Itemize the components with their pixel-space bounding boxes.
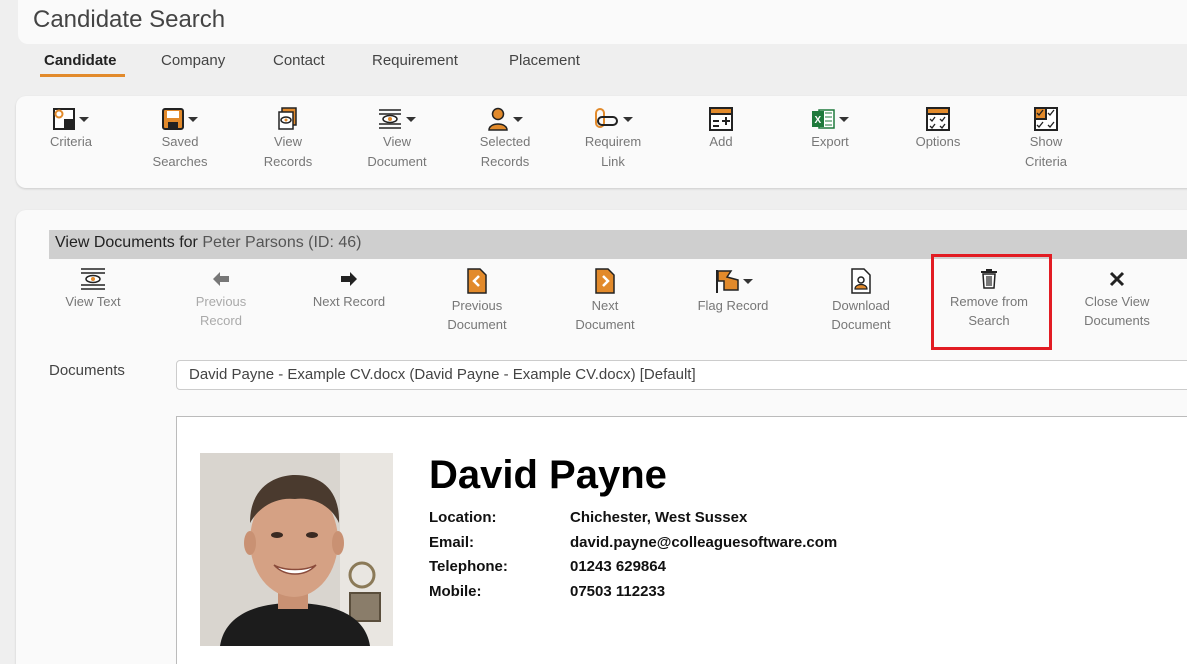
criteria-label: Criteria: [50, 134, 92, 149]
excel-icon: X: [812, 109, 835, 129]
candidate-name: Peter Parsons (ID: 46): [202, 234, 362, 251]
previous-document-label: Previous Document: [447, 298, 507, 332]
document-preview: David Payne Location: Chichester, West Su…: [176, 416, 1187, 664]
previous-document-button[interactable]: Previous Document: [422, 266, 532, 334]
saved-searches-label: Saved Searches: [152, 134, 208, 169]
view-records-icon: [278, 107, 297, 130]
view-records-button[interactable]: View Records: [243, 106, 333, 172]
tab-company[interactable]: Company: [161, 52, 225, 69]
search-toolbar: Criteria Saved Searches View Records Vie…: [16, 96, 1187, 188]
cv-field-label: Email:: [429, 534, 475, 551]
options-icon: [926, 107, 950, 131]
requirement-link-label: Requirem Link: [584, 134, 642, 169]
doc-prev-icon: [467, 268, 487, 294]
highlight-box: [931, 254, 1052, 350]
cv-mobile-row: Mobile: 07503 112233: [429, 583, 665, 600]
previous-record-button[interactable]: Previous Record: [166, 266, 276, 330]
svg-text:X: X: [815, 115, 822, 126]
chevron-down-icon: [79, 116, 89, 122]
chevron-down-icon: [839, 116, 849, 122]
requirement-link-button[interactable]: Requirem Link: [568, 106, 658, 172]
cv-candidate-name: David Payne: [429, 453, 667, 497]
arrow-left-icon: [213, 272, 229, 286]
chevron-down-icon: [188, 116, 198, 122]
download-document-button[interactable]: Download Document: [806, 266, 916, 334]
cv-email-row: Email: david.payne@colleaguesoftware.com: [429, 534, 837, 551]
tab-candidate[interactable]: Candidate: [40, 52, 124, 77]
previous-record-label: Previous Record: [195, 294, 247, 328]
next-record-button[interactable]: Next Record: [294, 266, 404, 311]
add-label: Add: [709, 134, 733, 149]
options-button[interactable]: Options: [893, 106, 983, 152]
view-records-label: View Records: [263, 134, 313, 169]
view-text-label: View Text: [65, 294, 121, 309]
flag-record-button[interactable]: Flag Record: [678, 266, 788, 315]
candidate-photo: [200, 453, 393, 646]
documents-label: Documents: [49, 362, 125, 379]
view-document-button[interactable]: View Document: [352, 106, 442, 172]
cv-field-value: david.payne@colleaguesoftware.com: [570, 534, 838, 551]
saved-searches-button[interactable]: Saved Searches: [135, 106, 225, 172]
cv-field-label: Location:: [429, 509, 497, 526]
chevron-down-icon: [406, 116, 416, 122]
arrow-right-icon: [341, 272, 357, 286]
view-documents-panel: View Documents for Peter Parsons (ID: 46…: [16, 210, 1187, 664]
cv-telephone-row: Telephone: 01243 629864: [429, 558, 666, 575]
chevron-down-icon: [742, 278, 753, 284]
export-button[interactable]: X Export: [785, 106, 875, 152]
doc-next-icon: [595, 268, 615, 294]
close-view-documents-button[interactable]: Close View Documents: [1062, 266, 1172, 330]
tab-contact[interactable]: Contact: [273, 52, 325, 69]
save-icon: [162, 108, 184, 130]
cv-field-value: Chichester, West Sussex: [570, 509, 748, 526]
chevron-down-icon: [513, 116, 523, 122]
show-criteria-button[interactable]: Show Criteria: [1001, 106, 1091, 172]
cv-field-label: Telephone:: [429, 558, 508, 575]
criteria-button[interactable]: Criteria: [26, 106, 116, 152]
page-title: Candidate Search: [33, 6, 226, 33]
tab-placement[interactable]: Placement: [509, 52, 580, 69]
cv-field-value: 01243 629864: [570, 558, 666, 575]
add-icon: [709, 107, 733, 131]
view-text-button[interactable]: View Text: [38, 266, 148, 311]
flag-icon: [715, 270, 739, 293]
view-text-icon: [81, 268, 105, 290]
next-document-label: Next Document: [575, 298, 635, 332]
cv-location-row: Location: Chichester, West Sussex: [429, 509, 747, 526]
next-document-button[interactable]: Next Document: [550, 266, 660, 334]
show-criteria-icon: [1034, 107, 1058, 131]
export-label: Export: [811, 134, 849, 149]
download-document-label: Download Document: [831, 298, 891, 332]
tab-requirement[interactable]: Requirement: [372, 52, 458, 69]
download-doc-icon: [851, 268, 871, 294]
close-view-documents-label: Close View Documents: [1084, 294, 1150, 328]
close-icon: [1109, 271, 1125, 287]
options-label: Options: [915, 134, 961, 149]
show-criteria-label: Show Criteria: [1025, 134, 1067, 169]
view-document-icon: [379, 109, 401, 129]
criteria-icon: [53, 108, 75, 130]
page-header: Candidate Search: [18, 0, 1187, 44]
flag-record-label: Flag Record: [697, 298, 769, 313]
add-button[interactable]: Add: [676, 106, 766, 152]
view-document-label: View Document: [367, 134, 427, 169]
next-record-label: Next Record: [312, 294, 386, 309]
selected-records-label: Selected Records: [479, 134, 531, 169]
link-icon: [595, 108, 618, 128]
view-documents-prefix: View Documents for: [55, 234, 198, 251]
person-icon: [488, 107, 508, 131]
selected-records-button[interactable]: Selected Records: [460, 106, 550, 172]
cv-field-value: 07503 112233: [570, 583, 666, 600]
cv-field-label: Mobile:: [429, 583, 482, 600]
chevron-down-icon: [623, 116, 633, 122]
documents-select[interactable]: David Payne - Example CV.docx (David Pay…: [176, 360, 1187, 390]
